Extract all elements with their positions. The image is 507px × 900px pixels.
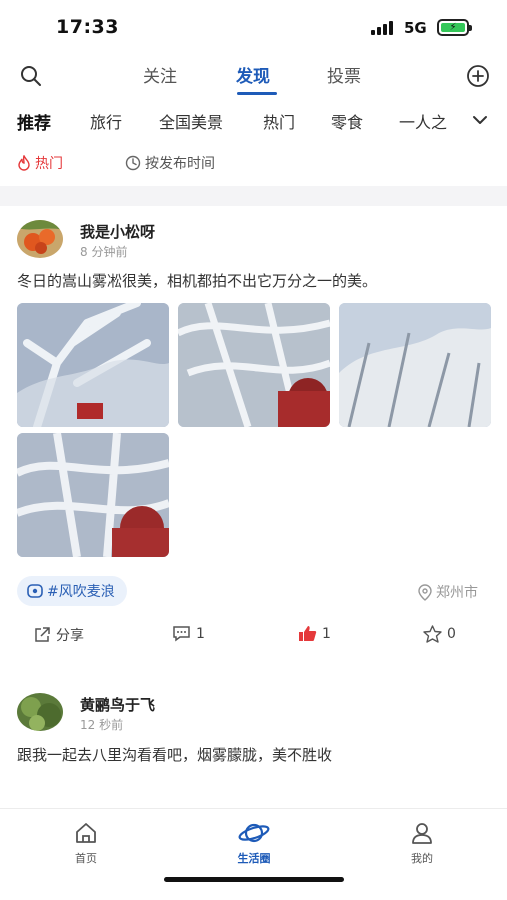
- post-time: 8 分钟前: [80, 245, 128, 259]
- post-image[interactable]: [339, 303, 491, 427]
- category-travel[interactable]: 旅行: [90, 109, 122, 133]
- signal-icon: [371, 21, 397, 35]
- post-time: 12 秒前: [80, 718, 124, 732]
- post-image[interactable]: [178, 303, 330, 427]
- search-icon[interactable]: [20, 65, 42, 87]
- category-snacks[interactable]: 零食: [331, 109, 363, 133]
- author-name[interactable]: 我是小松呀: [80, 221, 155, 242]
- tab-following[interactable]: 关注: [143, 62, 177, 87]
- location[interactable]: 郑州市: [418, 582, 478, 602]
- tab-life-circle-label: 生活圈: [237, 852, 271, 865]
- sort-hot-label: 热门: [35, 156, 63, 172]
- section-divider: [0, 186, 507, 206]
- comment-button[interactable]: 1: [172, 625, 205, 642]
- chevron-down-icon[interactable]: [471, 113, 489, 127]
- add-post-icon[interactable]: [466, 64, 490, 88]
- sort-by-time-label: 按发布时间: [145, 156, 215, 172]
- home-icon: [76, 823, 96, 843]
- location-label: 郑州市: [436, 585, 478, 601]
- share-button[interactable]: 分享: [33, 625, 84, 645]
- planet-icon: [238, 823, 270, 843]
- tab-vote[interactable]: 投票: [327, 62, 361, 87]
- post-image[interactable]: [17, 303, 169, 427]
- post-text: 跟我一起去八里沟看看吧，烟雾朦胧，美不胜收: [17, 746, 333, 764]
- post-text: 冬日的嵩山雾凇很美，相机都拍不出它万分之一的美。: [17, 272, 378, 290]
- tab-life-circle[interactable]: 生活圈: [214, 821, 294, 866]
- favorite-button[interactable]: 0: [423, 625, 456, 643]
- user-icon: [412, 823, 432, 844]
- thumbs-up-icon: [299, 626, 317, 641]
- sort-hot[interactable]: 热门: [17, 153, 63, 173]
- share-label: 分享: [56, 628, 84, 644]
- clock-icon: [125, 155, 141, 171]
- avatar[interactable]: [17, 693, 63, 731]
- author-name[interactable]: 黄鹂鸟于飞: [80, 694, 155, 715]
- network-label: 5G: [404, 19, 427, 37]
- tab-discover[interactable]: 发现: [236, 62, 270, 87]
- sort-by-time[interactable]: 按发布时间: [125, 153, 215, 173]
- status-time: 17:33: [56, 16, 119, 38]
- flame-icon: [18, 155, 30, 171]
- tab-home[interactable]: 首页: [46, 821, 126, 866]
- tab-profile[interactable]: 我的: [382, 821, 462, 866]
- category-hot[interactable]: 热门: [263, 109, 295, 133]
- home-indicator: [164, 877, 344, 882]
- like-button[interactable]: 1: [298, 625, 331, 642]
- share-icon: [35, 627, 50, 642]
- category-row: 推荐 旅行 全国美景 热门 零食 一人之: [0, 103, 507, 137]
- post-image[interactable]: [17, 433, 169, 557]
- star-icon: [423, 625, 442, 643]
- topic-tag[interactable]: #风吹麦浪: [17, 576, 127, 606]
- topic-icon: [27, 584, 43, 598]
- like-count: 1: [322, 625, 331, 642]
- avatar[interactable]: [17, 220, 63, 258]
- active-tab-indicator: [237, 92, 277, 95]
- comment-icon: [173, 626, 190, 642]
- tab-home-label: 首页: [75, 852, 97, 865]
- battery-icon: ⚡: [437, 19, 472, 36]
- location-pin-icon: [418, 583, 432, 601]
- comment-count: 1: [196, 625, 205, 642]
- category-scenery[interactable]: 全国美景: [159, 109, 223, 133]
- favorite-count: 0: [447, 626, 456, 642]
- category-solo[interactable]: 一人之: [399, 109, 447, 133]
- bottom-tab-bar: 首页 生活圈 我的: [0, 808, 507, 900]
- tab-profile-label: 我的: [411, 852, 433, 865]
- status-bar: 17:33 5G ⚡: [0, 0, 507, 52]
- sort-row: 热门 按发布时间: [0, 148, 507, 178]
- category-recommended[interactable]: 推荐: [17, 109, 51, 134]
- top-nav: 关注 发现 投票: [0, 55, 507, 97]
- topic-label: #风吹麦浪: [47, 584, 115, 600]
